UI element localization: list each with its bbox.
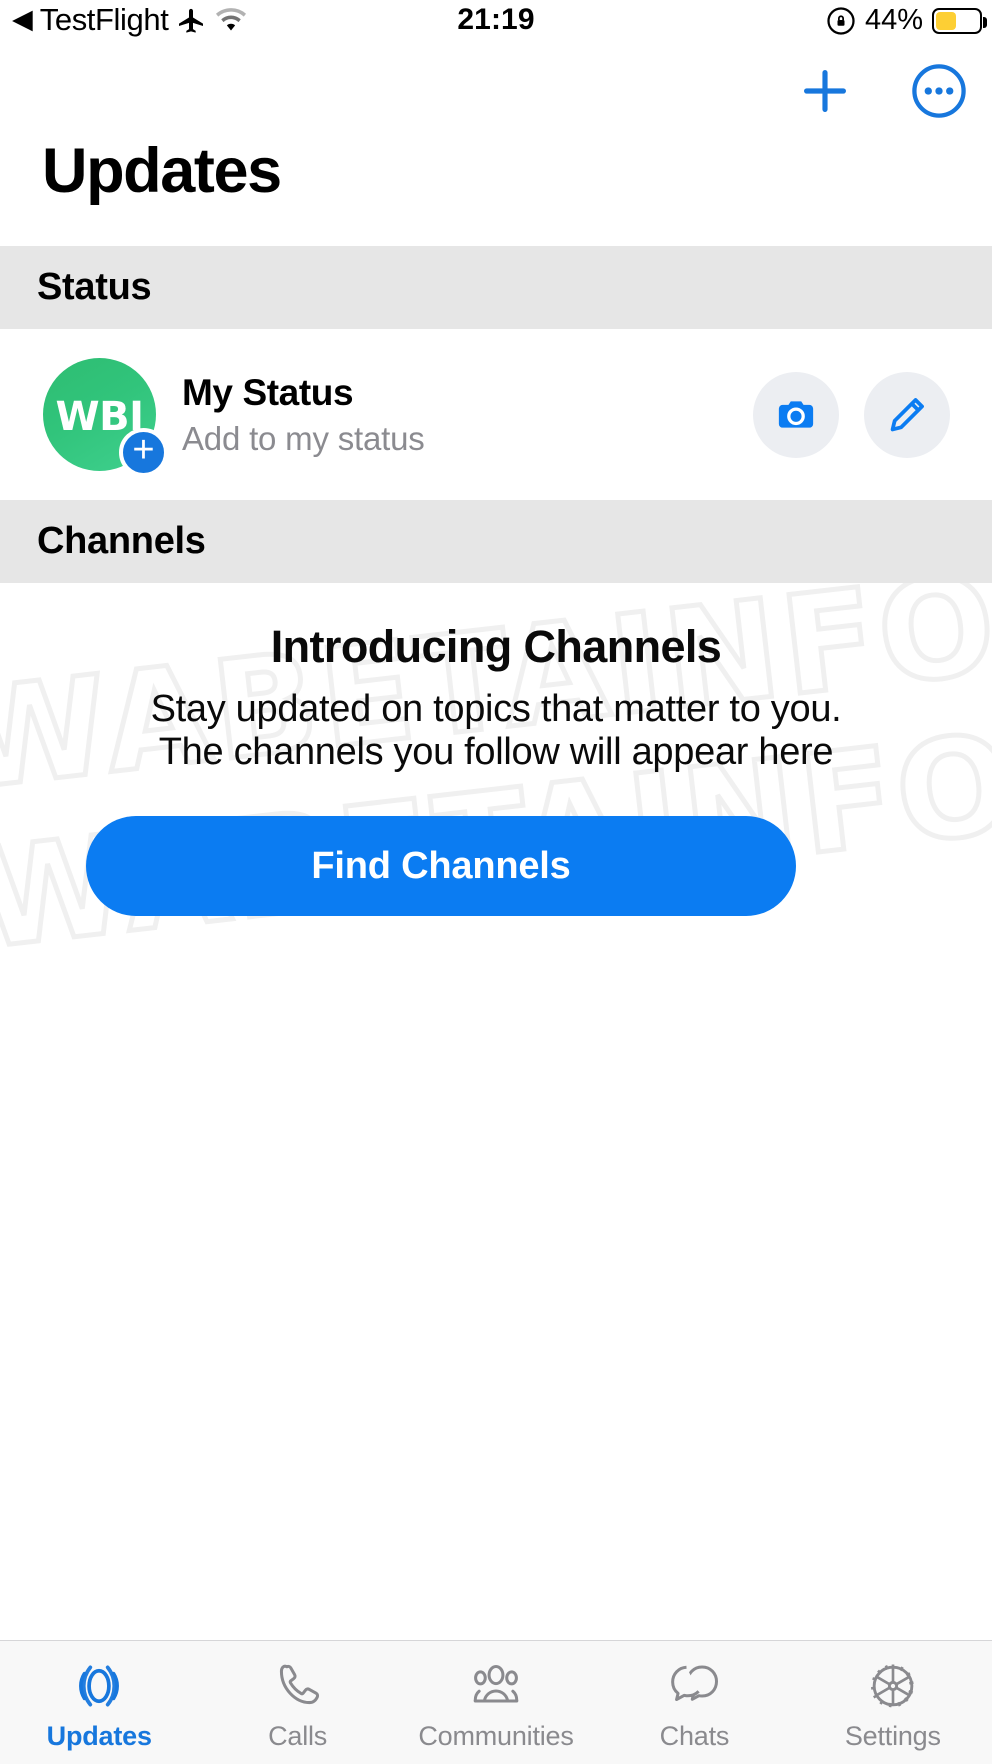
channels-empty-line-2: The channels you follow will appear here [0,731,992,774]
whatsapp-updates-screen: ◀ TestFlight 21:19 [0,0,992,1764]
rotation-lock-icon [826,6,856,36]
chat-bubbles-icon [664,1655,724,1717]
tab-label-calls: Calls [268,1721,327,1752]
status-section-header: Status [0,246,992,329]
status-bar-right: 44% [826,4,982,37]
tab-updates[interactable]: Updates [0,1641,198,1764]
gear-icon [864,1655,922,1717]
channels-empty-subtitle: Stay updated on topics that matter to yo… [0,688,992,773]
phone-icon [270,1655,326,1717]
tab-label-chats: Chats [660,1721,730,1752]
status-row-actions [753,372,950,458]
tab-chats[interactable]: Chats [595,1641,793,1764]
battery-percent-label: 44% [865,4,923,37]
add-status-badge-icon[interactable]: + [119,428,168,477]
plus-glyph: + [132,431,154,469]
status-rings-icon [70,1655,128,1717]
ios-status-bar: ◀ TestFlight 21:19 [0,0,992,56]
communities-icon [466,1655,526,1717]
more-options-button[interactable] [910,62,968,120]
nav-bar [0,56,992,136]
tab-label-settings: Settings [845,1721,941,1752]
tab-label-updates: Updates [47,1721,152,1752]
add-status-button[interactable] [796,62,854,120]
my-status-title: My Status [182,372,425,414]
tab-communities[interactable]: Communities [397,1641,595,1764]
tab-calls[interactable]: Calls [198,1641,396,1764]
my-status-subtitle: Add to my status [182,420,425,458]
page-title: Updates [42,140,281,203]
channels-empty-title: Introducing Channels [0,621,992,673]
my-status-row[interactable]: WBI + My Status Add to my status [0,329,992,500]
my-status-texts: My Status Add to my status [182,372,425,458]
avatar[interactable]: WBI + [43,358,156,471]
tab-bar: Updates Calls [0,1640,992,1764]
channels-empty-state: WABETAINFO WABETAINFO Introducing Channe… [0,583,992,1640]
find-channels-button[interactable]: Find Channels [86,816,796,916]
nav-bar-actions [796,62,968,120]
status-camera-button[interactable] [753,372,839,458]
channels-section-header: Channels [0,500,992,583]
status-text-button[interactable] [864,372,950,458]
tab-settings[interactable]: Settings [794,1641,992,1764]
channels-empty-line-1: Stay updated on topics that matter to yo… [0,688,992,731]
tab-label-communities: Communities [418,1721,573,1752]
battery-icon [932,8,982,34]
